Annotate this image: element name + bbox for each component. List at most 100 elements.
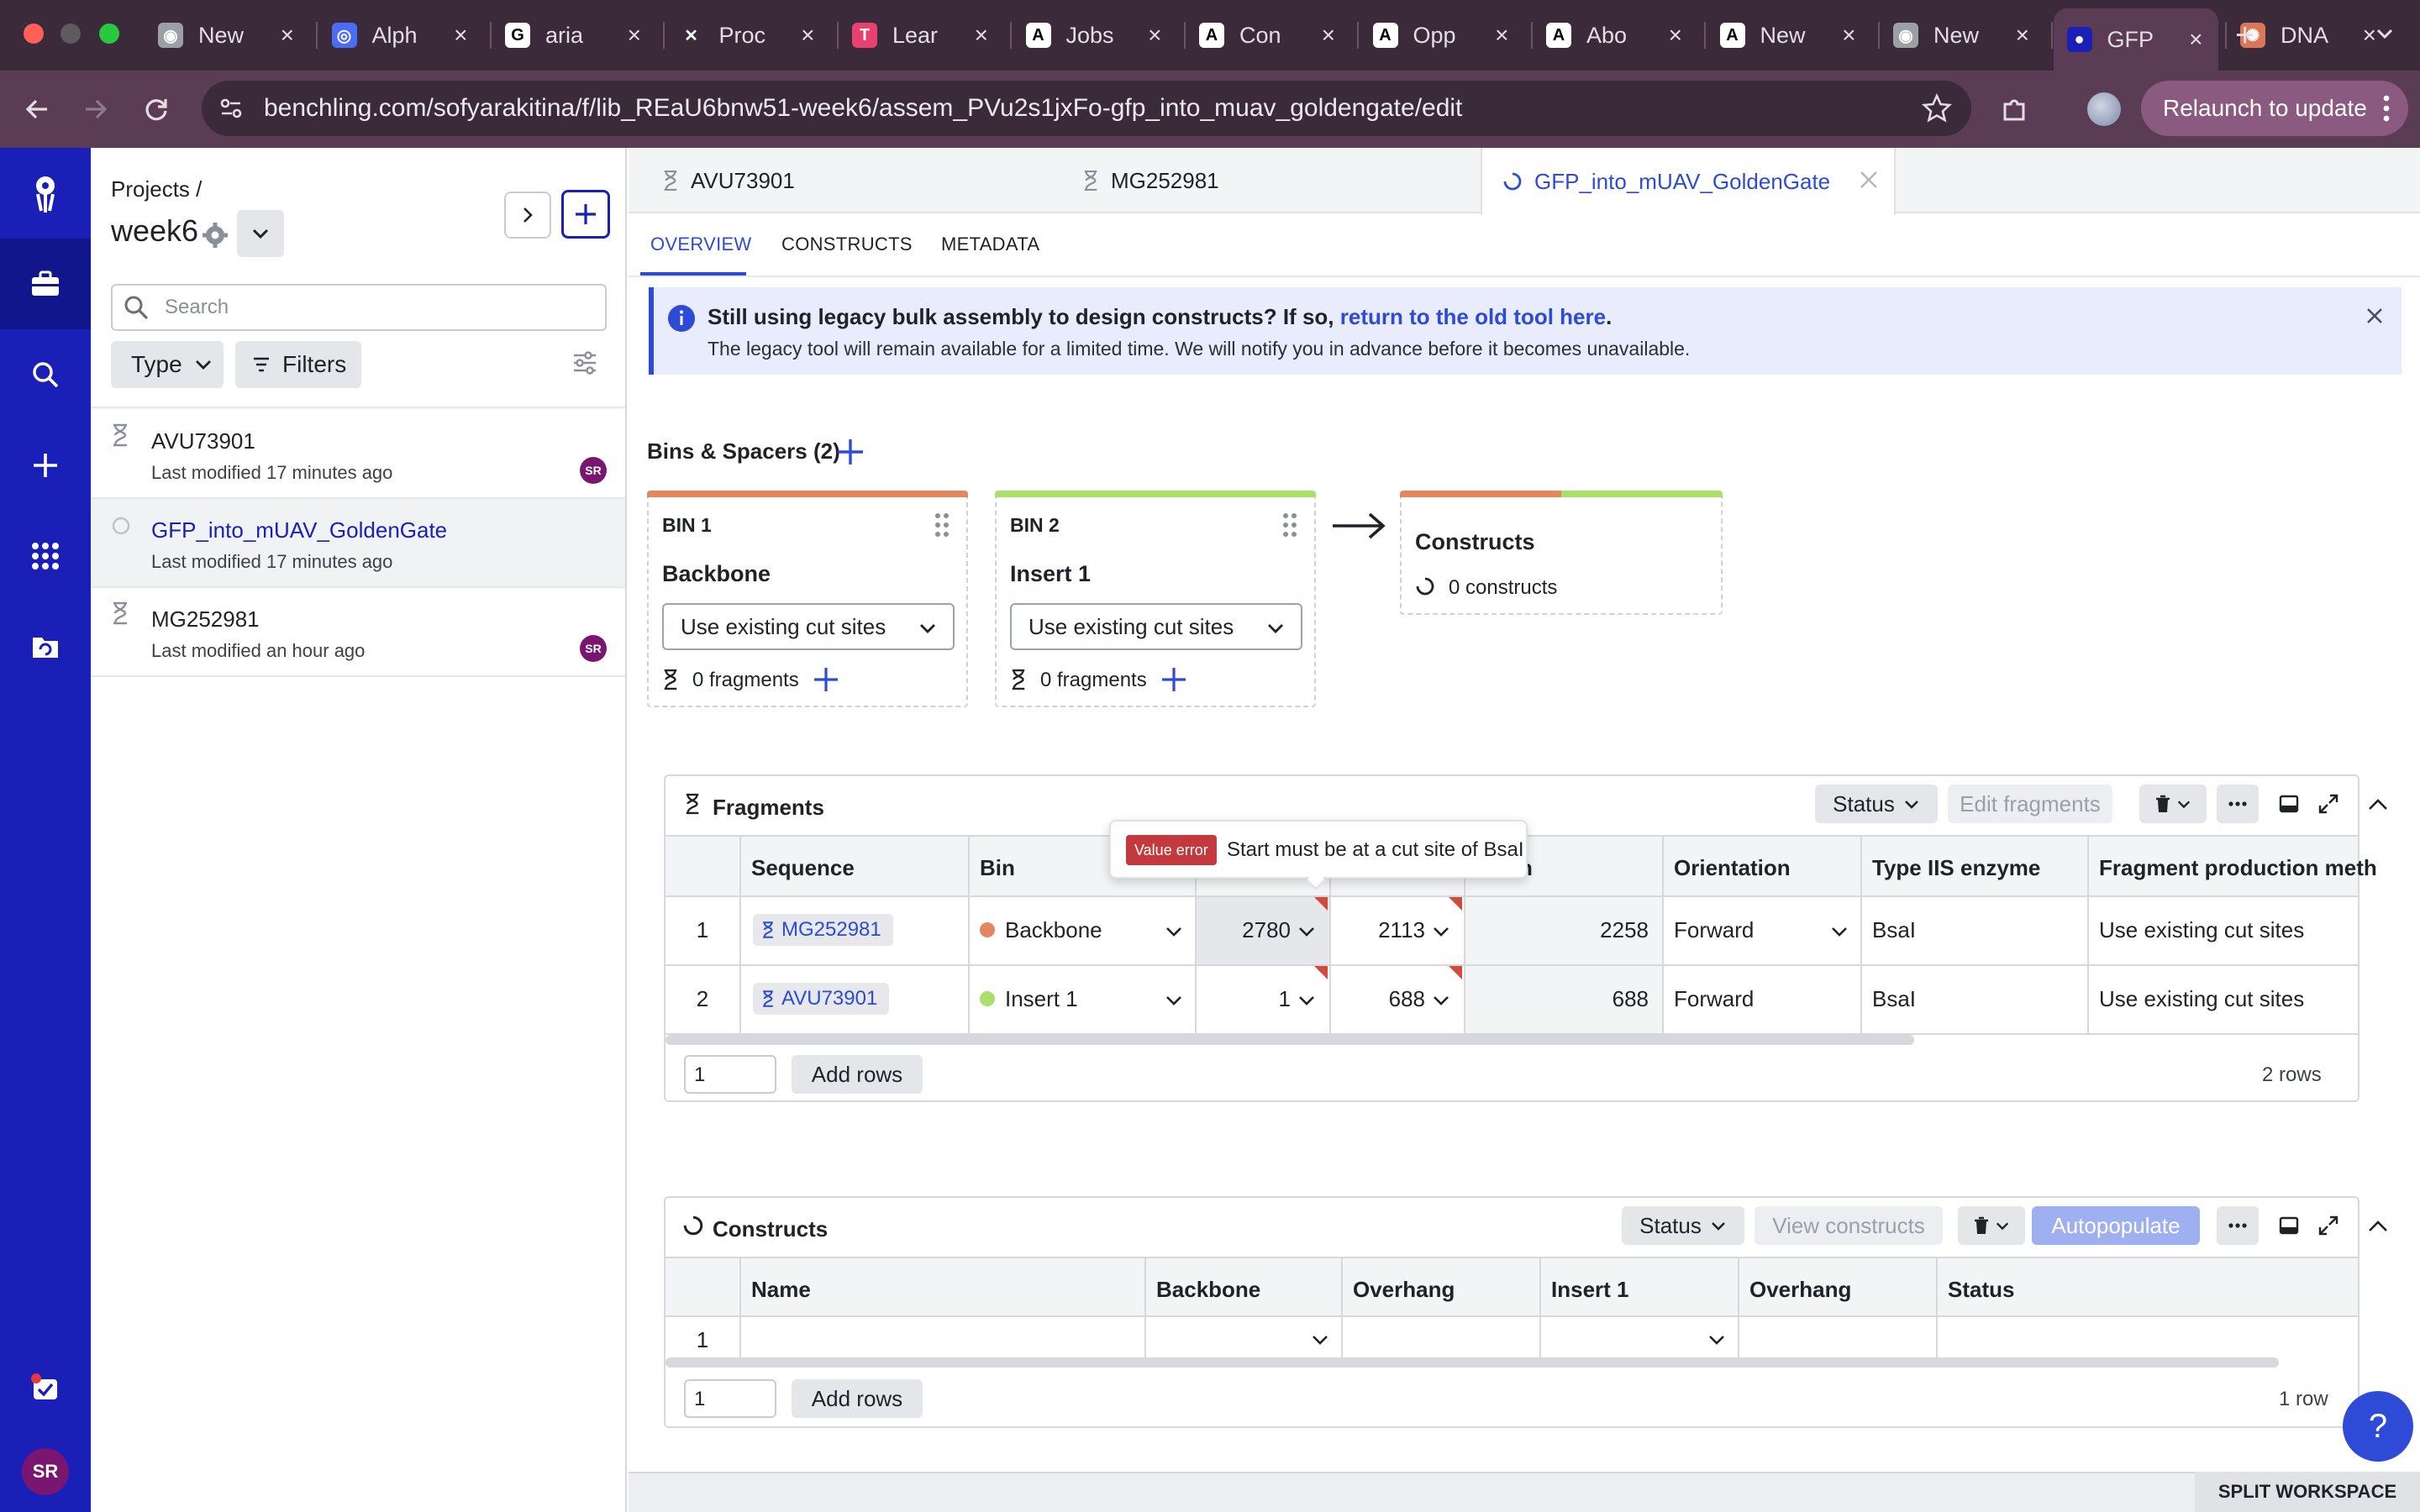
- more-options-button[interactable]: [2217, 1206, 2259, 1245]
- browser-tab[interactable]: A Opp ×: [1360, 12, 1524, 59]
- user-avatar[interactable]: SR: [22, 1448, 69, 1495]
- list-item-selected[interactable]: GFP_into_mUAV_GoldenGate Last modified 1…: [91, 499, 625, 588]
- start-value[interactable]: 2780: [1203, 917, 1291, 943]
- chevron-down-icon[interactable]: [1165, 922, 1183, 941]
- apps-grid-icon[interactable]: [0, 511, 91, 601]
- close-tab-icon[interactable]: ×: [1148, 22, 1161, 49]
- browser-tab[interactable]: T Lear ×: [839, 12, 1003, 59]
- chevron-down-icon[interactable]: [1432, 922, 1450, 941]
- tab-avu73901[interactable]: AVU73901: [662, 148, 795, 213]
- extensions-icon[interactable]: [2000, 94, 2030, 124]
- more-vertical-icon[interactable]: [2381, 92, 2391, 124]
- close-tab-icon[interactable]: ×: [281, 22, 294, 49]
- subtab-constructs[interactable]: CONSTRUCTS: [781, 234, 913, 255]
- split-workspace-button[interactable]: SPLIT WORKSPACE: [2195, 1472, 2420, 1512]
- close-tab-icon[interactable]: ×: [975, 22, 988, 49]
- window-close-button[interactable]: [24, 24, 44, 44]
- chevron-down-icon[interactable]: [1165, 991, 1183, 1010]
- close-tab-icon[interactable]: ×: [2016, 22, 2029, 49]
- browser-tab[interactable]: ✕ Proc ×: [666, 12, 830, 59]
- close-tab-icon[interactable]: ×: [1669, 22, 1682, 49]
- settings-gear-icon[interactable]: [202, 222, 229, 249]
- browser-tab[interactable]: A Con ×: [1186, 12, 1350, 59]
- add-bin-plus-icon[interactable]: [835, 437, 865, 467]
- new-item-button[interactable]: [561, 190, 610, 239]
- expand-icon[interactable]: [2317, 793, 2339, 815]
- horizontal-scrollbar[interactable]: [666, 1035, 1914, 1045]
- autopopulate-button[interactable]: Autopopulate: [2032, 1206, 2200, 1245]
- start-value[interactable]: 1: [1203, 986, 1291, 1012]
- drag-handle-icon[interactable]: [934, 512, 950, 538]
- search-input[interactable]: Search: [111, 284, 607, 331]
- add-rows-button[interactable]: Add rows: [792, 1055, 923, 1094]
- close-tab-icon[interactable]: ×: [628, 22, 641, 49]
- drag-handle-icon[interactable]: [1282, 512, 1297, 538]
- create-plus-icon[interactable]: [0, 420, 91, 511]
- column-header[interactable]: Overhang: [1749, 1277, 1851, 1303]
- panel-dock-icon[interactable]: [2279, 795, 2299, 813]
- chevron-down-icon[interactable]: [1830, 922, 1849, 941]
- column-header[interactable]: Orientation: [1674, 855, 1791, 881]
- bin-value[interactable]: Insert 1: [1005, 986, 1078, 1012]
- panel-dock-icon[interactable]: [2279, 1216, 2299, 1235]
- browser-tab[interactable]: A Abo ×: [1533, 12, 1697, 59]
- window-maximize-button[interactable]: [99, 24, 119, 44]
- subtab-overview[interactable]: OVERVIEW: [650, 234, 752, 255]
- delete-menu-button[interactable]: [1958, 1206, 2025, 1245]
- close-tab-icon[interactable]: ×: [801, 22, 814, 49]
- chevron-down-icon[interactable]: [1311, 1331, 1329, 1349]
- browser-tab[interactable]: ◎ Alph ×: [318, 12, 483, 59]
- site-info-icon[interactable]: [217, 94, 245, 123]
- column-header[interactable]: Overhang: [1353, 1277, 1455, 1303]
- status-button[interactable]: Status: [1815, 785, 1938, 823]
- cut-method-select[interactable]: Use existing cut sites: [1010, 603, 1302, 650]
- browser-tab[interactable]: ◉ New ×: [145, 12, 309, 59]
- browser-tab[interactable]: ● GFP ×: [2053, 8, 2218, 71]
- browser-tab[interactable]: ◉ New ×: [1880, 12, 2044, 59]
- delete-menu-button[interactable]: [2139, 785, 2207, 823]
- column-header[interactable]: Sequence: [751, 855, 855, 881]
- tab-search-button[interactable]: [2373, 22, 2396, 45]
- column-header[interactable]: Status: [1948, 1277, 2014, 1303]
- sequence-link-chip[interactable]: AVU73901: [753, 983, 890, 1015]
- end-value[interactable]: 2113: [1338, 917, 1425, 943]
- column-header[interactable]: Insert 1: [1551, 1277, 1629, 1303]
- tab-mg252981[interactable]: MG252981: [1082, 148, 1219, 213]
- tasks-notification-icon[interactable]: [0, 1342, 91, 1433]
- sequence-link-chip[interactable]: MG252981: [753, 914, 893, 946]
- expand-panel-button[interactable]: [504, 192, 551, 239]
- column-header[interactable]: Type IIS enzyme: [1872, 855, 2040, 881]
- expand-icon[interactable]: [2317, 1215, 2339, 1236]
- forward-icon[interactable]: [81, 94, 111, 124]
- close-tab-icon[interactable]: ×: [454, 22, 467, 49]
- close-banner-icon[interactable]: [2365, 306, 2385, 326]
- benchling-logo-icon[interactable]: [0, 148, 91, 239]
- close-tab-icon[interactable]: ×: [2189, 26, 2202, 53]
- breadcrumb[interactable]: Projects /: [111, 176, 202, 202]
- cut-method-select[interactable]: Use existing cut sites: [662, 603, 955, 650]
- reload-icon[interactable]: [141, 94, 171, 124]
- filters-button[interactable]: Filters: [235, 341, 361, 388]
- tab-gfp-into-muav-goldengate[interactable]: GFP_into_mUAV_GoldenGate: [1481, 148, 1896, 215]
- old-tool-link[interactable]: return to the old tool here: [1340, 304, 1606, 329]
- window-minimize-button[interactable]: [60, 24, 81, 44]
- type-filter-button[interactable]: Type: [111, 341, 224, 388]
- project-dropdown-button[interactable]: [237, 210, 284, 257]
- horizontal-scrollbar[interactable]: [666, 1357, 2279, 1368]
- chevron-down-icon[interactable]: [1297, 991, 1316, 1010]
- subtab-metadata[interactable]: METADATA: [941, 234, 1039, 255]
- view-constructs-button[interactable]: View constructs: [1754, 1206, 1943, 1245]
- orientation-value[interactable]: Forward: [1674, 917, 1754, 943]
- browser-tab[interactable]: A Jobs ×: [1013, 12, 1177, 59]
- add-rows-button[interactable]: Add rows: [792, 1379, 923, 1418]
- close-tab-icon[interactable]: ×: [1495, 22, 1508, 49]
- close-tab-icon[interactable]: ×: [1842, 22, 1855, 49]
- back-icon[interactable]: [22, 94, 52, 124]
- column-header[interactable]: Fragment production meth: [2099, 855, 2377, 881]
- end-value[interactable]: 688: [1338, 986, 1425, 1012]
- relaunch-to-update-button[interactable]: Relaunch to update: [2141, 81, 2408, 136]
- orientation-value[interactable]: Forward: [1674, 986, 1754, 1012]
- bin-card[interactable]: BIN 2 Insert 1 Use existing cut sites 0 …: [995, 491, 1316, 707]
- profile-avatar-icon[interactable]: [2087, 92, 2121, 126]
- close-tab-icon[interactable]: [1859, 170, 1879, 190]
